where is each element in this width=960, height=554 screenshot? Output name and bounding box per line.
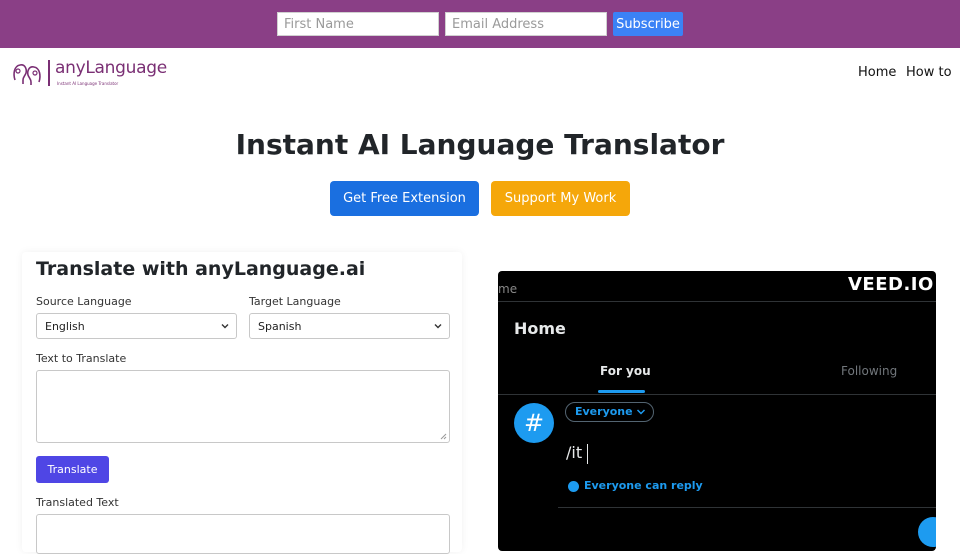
video-divider (498, 301, 936, 302)
demo-video[interactable]: me VEED.IO Home For you Following # Ever… (498, 271, 936, 551)
subscribe-bar: Subscribe (0, 0, 960, 48)
first-name-input[interactable] (277, 12, 439, 36)
chevron-down-icon (636, 409, 646, 415)
video-text-cursor (587, 444, 588, 464)
video-audience-label: Everyone (575, 405, 633, 418)
logo-heads-icon (13, 64, 41, 85)
logo-tagline: Instant AI Language Translator (57, 81, 119, 86)
video-compose-text: /it (566, 443, 583, 462)
site-logo[interactable]: anyLanguage Instant AI Language Translat… (12, 58, 167, 90)
video-divider (558, 507, 936, 508)
support-button[interactable]: Support My Work (491, 181, 630, 216)
video-cropped-header: me (498, 282, 518, 296)
text-to-translate-input[interactable] (36, 370, 450, 443)
translated-text-output[interactable] (36, 514, 450, 554)
text-to-translate-label: Text to Translate (36, 352, 127, 365)
globe-icon (568, 481, 579, 492)
get-extension-button[interactable]: Get Free Extension (330, 181, 479, 216)
video-home-title: Home (514, 319, 566, 338)
target-language-value: Spanish (258, 319, 302, 333)
video-divider (498, 394, 936, 395)
video-tab-following: Following (841, 364, 898, 378)
video-post-button (918, 517, 936, 547)
translated-text-label: Translated Text (36, 496, 119, 509)
chevron-down-icon (434, 324, 442, 329)
resize-grip-icon[interactable] (439, 432, 447, 440)
translate-button[interactable]: Translate (36, 456, 109, 483)
chevron-down-icon (221, 324, 229, 329)
video-watermark: VEED.IO (848, 274, 934, 295)
source-language-label: Source Language (36, 295, 132, 308)
subscribe-button[interactable]: Subscribe (613, 12, 683, 36)
video-tab-for-you: For you (600, 364, 651, 378)
target-language-select[interactable]: Spanish (249, 313, 450, 339)
logo-divider (48, 60, 50, 86)
page-title: Instant AI Language Translator (235, 128, 725, 161)
video-reply-setting: Everyone can reply (584, 479, 703, 492)
video-tab-indicator (598, 390, 645, 393)
video-audience-badge: Everyone (565, 402, 654, 422)
email-input[interactable] (445, 12, 607, 36)
nav-how-to-link[interactable]: How to (906, 65, 952, 80)
source-language-select[interactable]: English (36, 313, 237, 339)
nav-home-link[interactable]: Home (858, 65, 896, 80)
target-language-label: Target Language (249, 295, 341, 308)
translator-title: Translate with anyLanguage.ai (36, 258, 366, 280)
avatar: # (514, 403, 554, 443)
logo-text: anyLanguage (55, 58, 167, 78)
source-language-value: English (45, 319, 85, 333)
